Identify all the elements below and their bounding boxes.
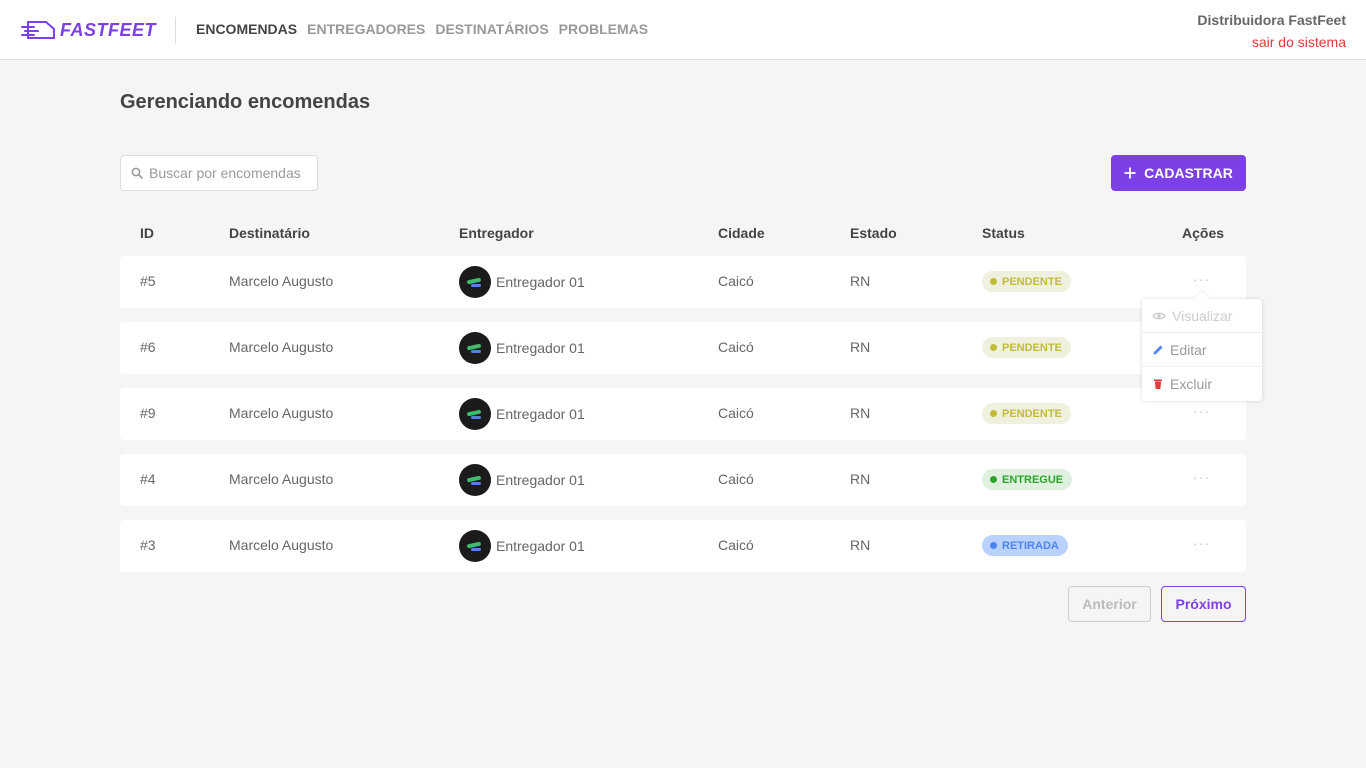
plus-icon (1124, 167, 1136, 179)
nav-item-destinatarios[interactable]: DESTINATÁRIOS (435, 21, 548, 37)
cell-deliveryman: Entregador 01 (459, 332, 585, 364)
deliveryman-name: Entregador 01 (496, 472, 585, 488)
status-badge: PENDENTE (982, 271, 1071, 292)
table-row: #6 Marcelo Augusto Entregador 01 Caicó R… (120, 322, 1246, 374)
register-button[interactable]: CADASTRAR (1111, 155, 1246, 191)
nav-item-encomendas[interactable]: ENCOMENDAS (196, 21, 297, 37)
status-dot (990, 410, 997, 417)
deliveryman-name: Entregador 01 (496, 274, 585, 290)
cell-deliveryman: Entregador 01 (459, 530, 585, 562)
cell-deliveryman: Entregador 01 (459, 464, 585, 496)
status-badge: PENDENTE (982, 337, 1071, 358)
main-nav: ENCOMENDAS ENTREGADORES DESTINATÁRIOS PR… (196, 21, 648, 37)
deliveryman-name: Entregador 01 (496, 340, 585, 356)
search-icon (131, 167, 143, 179)
cell-id: #9 (140, 405, 156, 421)
actions-dropdown: Visualizar Editar Excluir (1142, 299, 1262, 401)
column-header-actions: Ações (1182, 225, 1225, 241)
deliveryman-name: Entregador 01 (496, 538, 585, 554)
delete-menu-item[interactable]: Excluir (1142, 367, 1262, 401)
status-label: PENDENTE (1002, 275, 1062, 288)
cell-recipient: Marcelo Augusto (229, 471, 334, 487)
column-header-recipient: Destinatário (229, 225, 310, 241)
pencil-icon (1153, 345, 1163, 354)
logo[interactable]: FASTFEET (20, 17, 156, 43)
cell-recipient: Marcelo Augusto (229, 537, 334, 553)
status-dot (990, 542, 997, 549)
view-label: Visualizar (1172, 307, 1233, 324)
trash-icon (1154, 379, 1162, 389)
cell-state: RN (850, 273, 871, 289)
status-label: RETIRADA (1002, 539, 1059, 552)
page-title: Gerenciando encomendas (120, 91, 371, 113)
status-badge: RETIRADA (982, 535, 1068, 556)
column-header-state: Estado (850, 225, 897, 241)
view-menu-item[interactable]: Visualizar (1142, 299, 1262, 333)
status-dot (990, 278, 997, 285)
status-dot (990, 344, 997, 351)
cell-recipient: Marcelo Augusto (229, 405, 334, 421)
column-header-deliveryman: Entregador (459, 225, 534, 241)
eye-icon (1152, 312, 1166, 319)
cell-city: Caicó (718, 537, 754, 553)
column-header-status: Status (982, 225, 1025, 241)
avatar (459, 398, 491, 430)
avatar (459, 464, 491, 496)
cell-state: RN (850, 405, 871, 421)
column-header-city: Cidade (718, 225, 765, 241)
nav-item-problemas[interactable]: PROBLEMAS (559, 21, 648, 37)
cell-id: #5 (140, 273, 156, 289)
actions-menu-button[interactable]: ··· (1193, 536, 1210, 550)
table-header: ID Destinatário Entregador Cidade Estado… (120, 225, 1246, 243)
cell-recipient: Marcelo Augusto (229, 339, 334, 355)
search-box[interactable] (120, 155, 318, 191)
status-badge: PENDENTE (982, 403, 1071, 424)
cell-city: Caicó (718, 339, 754, 355)
cell-state: RN (850, 339, 871, 355)
cell-state: RN (850, 471, 871, 487)
status-label: PENDENTE (1002, 407, 1062, 420)
top-bar: FASTFEET ENCOMENDAS ENTREGADORES DESTINA… (0, 0, 1366, 60)
status-label: ENTREGUE (1002, 473, 1064, 486)
avatar (459, 332, 491, 364)
search-input[interactable] (149, 165, 309, 181)
delete-label: Excluir (1170, 376, 1213, 392)
edit-menu-item[interactable]: Editar (1142, 333, 1262, 367)
cell-deliveryman: Entregador 01 (459, 398, 585, 430)
actions-menu-button[interactable]: ··· (1193, 470, 1210, 484)
cell-deliveryman: Entregador 01 (459, 266, 585, 298)
status-badge: ENTREGUE (982, 469, 1073, 490)
cell-city: Caicó (718, 273, 754, 289)
register-button-label: CADASTRAR (1144, 165, 1233, 181)
user-panel: Distribuidora FastFeet sair do sistema (1197, 11, 1346, 51)
table-row: #5 Marcelo Augusto Entregador 01 Caicó R… (120, 256, 1246, 308)
cell-id: #3 (140, 537, 156, 553)
actions-menu-button[interactable]: ··· (1193, 404, 1210, 418)
cell-city: Caicó (718, 405, 754, 421)
fast-truck-icon (21, 21, 55, 39)
avatar (459, 530, 491, 562)
previous-page-button[interactable]: Anterior (1068, 586, 1151, 622)
status-label: PENDENTE (1002, 341, 1062, 354)
cell-state: RN (850, 537, 871, 553)
header-divider (175, 17, 176, 43)
actions-menu-button[interactable]: ··· (1193, 272, 1210, 286)
avatar (459, 266, 491, 298)
cell-id: #6 (140, 339, 156, 355)
next-page-button[interactable]: Próximo (1161, 586, 1246, 622)
cell-id: #4 (140, 471, 156, 487)
edit-label: Editar (1170, 341, 1207, 358)
nav-item-entregadores[interactable]: ENTREGADORES (307, 21, 425, 37)
logo-text: FASTFEET (60, 19, 157, 40)
column-header-id: ID (140, 225, 154, 241)
cell-recipient: Marcelo Augusto (229, 273, 334, 289)
table-row: #4 Marcelo Augusto Entregador 01 Caicó R… (120, 454, 1246, 506)
cell-city: Caicó (718, 471, 754, 487)
table-row: #3 Marcelo Augusto Entregador 01 Caicó R… (120, 520, 1246, 572)
table-row: #9 Marcelo Augusto Entregador 01 Caicó R… (120, 388, 1246, 440)
deliveryman-name: Entregador 01 (496, 406, 585, 422)
status-dot (990, 476, 997, 483)
user-name: Distribuidora FastFeet (1197, 12, 1346, 28)
logout-link[interactable]: sair do sistema (1197, 33, 1346, 51)
